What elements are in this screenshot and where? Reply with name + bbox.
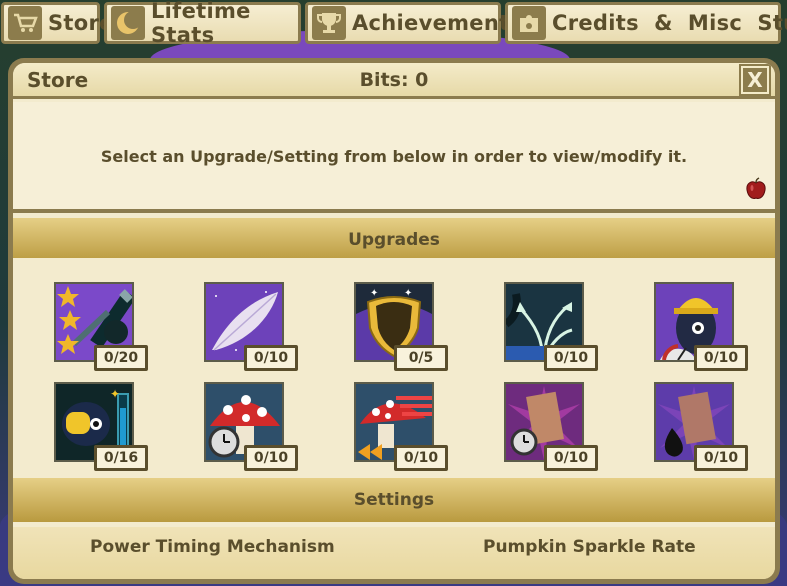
- upgrade-feather[interactable]: 0/10: [204, 282, 298, 371]
- svg-text:✦: ✦: [404, 288, 412, 299]
- upgrade-count: 0/5: [394, 345, 448, 371]
- tab-store[interactable]: Store: [1, 2, 113, 44]
- moon-icon: [111, 6, 145, 40]
- close-button[interactable]: X: [739, 64, 771, 96]
- tab-label: Achievements: [352, 11, 523, 35]
- upgrade-count: 0/10: [394, 445, 448, 471]
- apple-icon: [746, 177, 766, 199]
- settings-list: Power Timing Mechanism Pumpkin Sparkle R…: [13, 527, 775, 579]
- cart-icon: [8, 6, 42, 40]
- svg-text:✦: ✦: [370, 288, 378, 299]
- upgrade-card-clock[interactable]: 0/10: [504, 382, 598, 471]
- upgrade-count: 0/20: [94, 345, 148, 371]
- tab-lifetime-stats[interactable]: Lifetime Stats: [104, 0, 301, 47]
- description-text: Select an Upgrade/Setting from below in …: [100, 147, 688, 166]
- setting-power-timing[interactable]: Power Timing Mechanism: [90, 537, 335, 557]
- upgrade-branching-arrows[interactable]: 0/10: [504, 282, 598, 371]
- upgrade-power-meter[interactable]: ✦ 0/16: [54, 382, 148, 471]
- upgrade-card-oil[interactable]: 0/10: [654, 382, 748, 471]
- tab-label: Credits & Misc Stuff: [552, 11, 787, 35]
- upgrade-count: 0/16: [94, 445, 148, 471]
- bits-counter: Bits: 0: [359, 69, 429, 91]
- top-tab-bar: Store Lifetime Stats Achievements Credit…: [0, 0, 787, 47]
- upgrade-count: 0/10: [544, 445, 598, 471]
- tab-achievements[interactable]: Achievements: [305, 2, 522, 44]
- upgrade-hardhat-gauge[interactable]: 0/10: [654, 282, 748, 371]
- setting-pumpkin-sparkle[interactable]: Pumpkin Sparkle Rate: [483, 537, 696, 557]
- upgrade-mushroom-clock[interactable]: 0/10: [204, 382, 298, 471]
- puzzle-icon: [512, 6, 546, 40]
- upgrade-stars-telescope[interactable]: 0/20: [54, 282, 148, 371]
- upgrade-count: 0/10: [544, 345, 598, 371]
- trophy-icon: [312, 6, 346, 40]
- upgrade-count: 0/10: [244, 345, 298, 371]
- settings-section-header: Settings: [13, 478, 775, 522]
- store-panel: Store Bits: 0 X Select an Upgrade/Settin…: [8, 58, 780, 584]
- svg-text:✦: ✦: [110, 387, 120, 401]
- upgrade-count: 0/10: [244, 445, 298, 471]
- divider: [13, 209, 775, 213]
- upgrades-section-header: Upgrades: [13, 218, 775, 262]
- upgrade-shield[interactable]: ✦ ✦ 0/5: [354, 282, 448, 371]
- panel-header: Store Bits: 0 X: [13, 63, 775, 99]
- upgrades-grid: 0/20 0/10 ✦ ✦ 0/5 0/10 0/10 ✦ 0/16 0/10 …: [13, 258, 775, 478]
- upgrade-count: 0/10: [694, 345, 748, 371]
- upgrade-mushroom-speed[interactable]: 0/10: [354, 382, 448, 471]
- description-area: Select an Upgrade/Setting from below in …: [13, 102, 775, 209]
- tab-credits-misc[interactable]: Credits & Misc Stuff: [505, 2, 787, 44]
- tab-label: Lifetime Stats: [151, 0, 251, 47]
- upgrade-count: 0/10: [694, 445, 748, 471]
- store-panel-body: Store Bits: 0 X Select an Upgrade/Settin…: [13, 63, 775, 579]
